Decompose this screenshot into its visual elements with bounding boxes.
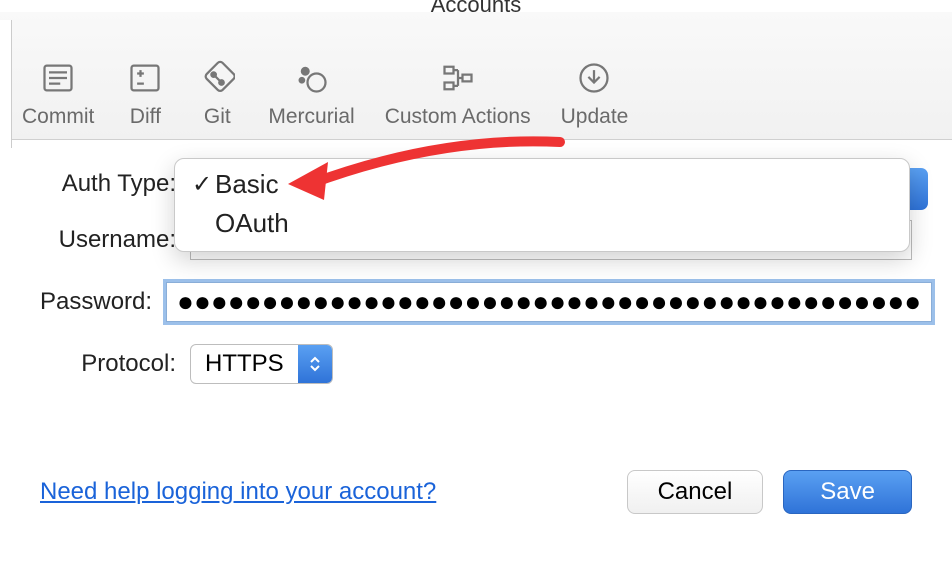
toolbar-label: Update: [561, 105, 629, 129]
save-button[interactable]: Save: [783, 470, 912, 514]
dropdown-option-label: Basic: [215, 169, 279, 200]
username-label: Username:: [40, 226, 190, 254]
toolbar-label: Git: [204, 105, 231, 129]
dropdown-option-label: OAuth: [215, 208, 289, 239]
auth-type-label: Auth Type:: [40, 170, 190, 198]
toolbar-tab-diff[interactable]: Diff: [124, 57, 166, 129]
checkmark-icon: ✓: [189, 170, 215, 199]
dropdown-option-oauth[interactable]: OAuth: [175, 204, 909, 243]
dropdown-option-basic[interactable]: ✓ Basic: [175, 165, 909, 204]
auth-type-select-edge[interactable]: [910, 168, 928, 210]
left-edge-cut: [0, 20, 12, 148]
preferences-window: Accounts Commit Diff Git: [0, 0, 952, 572]
toolbar: Commit Diff Git Mercurial: [0, 12, 952, 140]
toolbar-label: Diff: [130, 105, 161, 129]
password-label: Password:: [40, 288, 166, 316]
toolbar-label: Commit: [22, 105, 94, 129]
git-icon: [196, 57, 238, 99]
help-link[interactable]: Need help logging into your account?: [40, 478, 436, 506]
toolbar-tab-mercurial[interactable]: Mercurial: [268, 57, 354, 129]
toolbar-tab-update[interactable]: Update: [561, 57, 629, 129]
custom-actions-icon: [437, 57, 479, 99]
toolbar-tab-git[interactable]: Git: [196, 57, 238, 129]
toolbar-label: Mercurial: [268, 105, 354, 129]
protocol-value: HTTPS: [191, 345, 298, 383]
protocol-label: Protocol:: [40, 350, 190, 378]
cancel-button[interactable]: Cancel: [627, 470, 764, 514]
commit-icon: [37, 57, 79, 99]
auth-type-dropdown: ✓ Basic OAuth: [174, 158, 910, 252]
update-icon: [573, 57, 615, 99]
toolbar-tab-commit[interactable]: Commit: [22, 57, 94, 129]
footer: Need help logging into your account? Can…: [40, 470, 912, 514]
mercurial-icon: [291, 57, 333, 99]
toolbar-tab-custom-actions[interactable]: Custom Actions: [385, 57, 531, 129]
toolbar-label: Custom Actions: [385, 105, 531, 129]
diff-icon: [124, 57, 166, 99]
chevrons-icon: [298, 345, 332, 383]
window-title: Accounts: [0, 0, 952, 12]
protocol-select[interactable]: HTTPS: [190, 344, 333, 384]
password-field[interactable]: ●●●●●●●●●●●●●●●●●●●●●●●●●●●●●●●●●●●●●●●●…: [166, 282, 932, 322]
